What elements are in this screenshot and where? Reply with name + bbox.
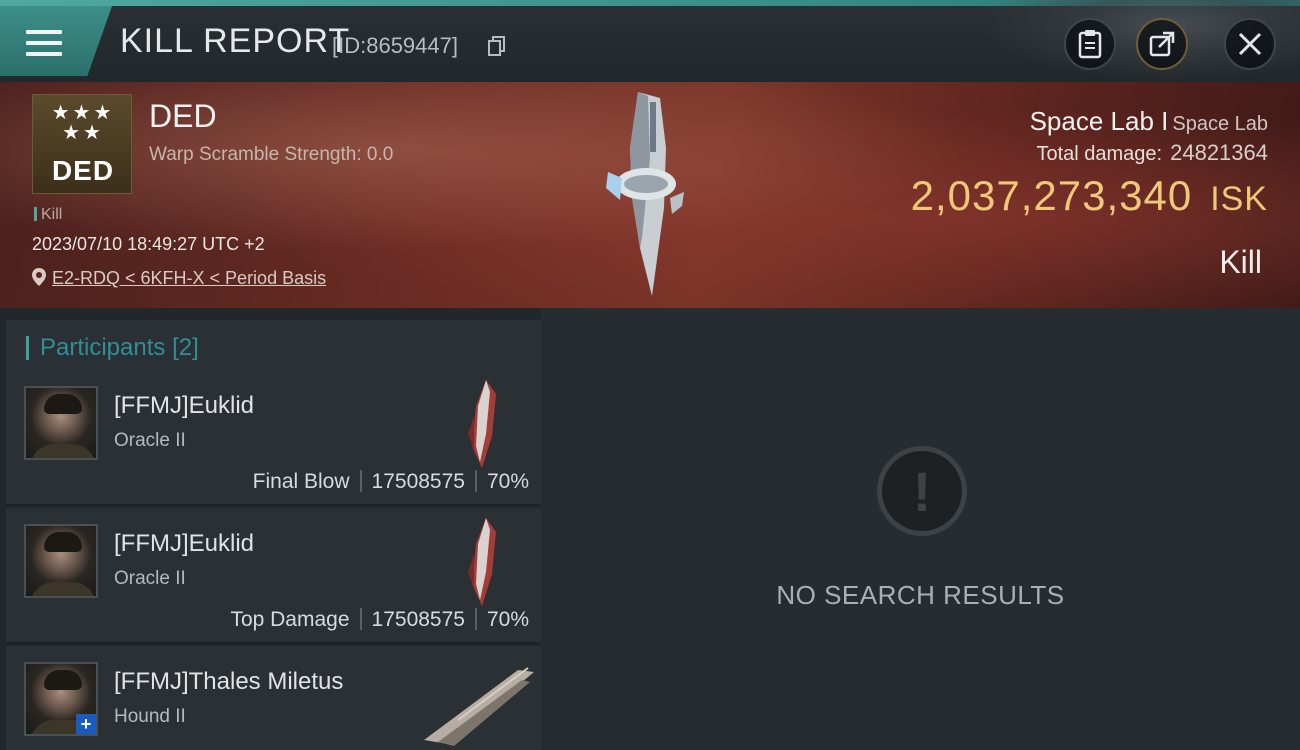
- participant-percent: 70%: [486, 608, 529, 631]
- location-pin-icon: [32, 268, 46, 286]
- participant-stats: Final Blow 17508575 70%: [253, 470, 529, 494]
- oracle-ship-icon: [468, 380, 496, 468]
- participant-damage: 17508575: [371, 608, 465, 631]
- oracle-ship-icon: [468, 518, 496, 606]
- copy-icon[interactable]: [488, 36, 506, 56]
- participants-header: Participants [2]: [6, 320, 541, 374]
- warp-scramble-strength: Warp Scramble Strength: 0.0: [149, 144, 394, 165]
- kill-timestamp: 2023/07/10 18:49:27 UTC +2: [32, 234, 265, 254]
- participants-panel: Participants [2] [FFMJ]Euklid Oracle II …: [0, 308, 541, 750]
- plus-icon: +: [76, 714, 96, 734]
- top-bar: KILL REPORT [ID:8659447]: [0, 0, 1300, 82]
- hound-ship-icon: [424, 667, 534, 746]
- victim-banner: ★★★ ★★ DED DED Warp Scramble Strength: 0.…: [0, 82, 1300, 308]
- victim-name: DED: [149, 98, 217, 134]
- details-panel: ! NO SEARCH RESULTS: [541, 308, 1300, 750]
- exclamation-icon: !: [877, 446, 967, 536]
- participant-ship: Oracle II: [114, 568, 186, 589]
- share-button[interactable]: [1136, 18, 1188, 70]
- ship-name-text: Space Lab I: [1029, 106, 1169, 136]
- isk-amount: 2,037,273,340: [910, 172, 1193, 219]
- report-id: [ID:8659447]: [332, 33, 458, 58]
- ded-stars-icon: ★★★ ★★: [51, 102, 115, 144]
- participant-row[interactable]: + [FFMJ]Thales Miletus Hound II: [6, 646, 541, 750]
- participant-ship: Oracle II: [114, 430, 186, 451]
- participant-ship: Hound II: [114, 706, 186, 727]
- result-label: Kill: [1219, 244, 1262, 280]
- page-title: KILL REPORT: [120, 22, 351, 60]
- participants-count: [2]: [172, 334, 199, 361]
- location-text[interactable]: E2-RDQ < 6KFH-X < Period Basis: [52, 268, 326, 288]
- ded-badge: ★★★ ★★ DED: [32, 94, 132, 194]
- total-damage-label: Total damage:: [1036, 143, 1163, 165]
- participant-percent: 70%: [486, 470, 529, 493]
- close-button[interactable]: [1224, 18, 1276, 70]
- share-icon: [1149, 31, 1175, 57]
- clipboard-button[interactable]: [1064, 18, 1116, 70]
- isk-currency: ISK: [1210, 180, 1268, 218]
- total-damage-value: 24821364: [1170, 140, 1268, 165]
- participant-name: [FFMJ]Euklid: [114, 392, 255, 419]
- victim-ship-image: [606, 92, 684, 296]
- participant-name: [FFMJ]Euklid: [114, 530, 255, 557]
- no-results-message: NO SEARCH RESULTS: [776, 580, 1065, 610]
- participant-role: Final Blow: [252, 470, 350, 493]
- total-damage: Total damage: 24821364: [1036, 140, 1268, 166]
- victim-ship-name: Space Lab I Space Lab: [1030, 106, 1268, 137]
- close-icon: [1238, 32, 1262, 56]
- participant-row[interactable]: [FFMJ]Euklid Oracle II Top Damage 1750857…: [6, 508, 541, 644]
- menu-button[interactable]: [0, 6, 112, 76]
- participants-title: Participants [2]: [40, 334, 199, 362]
- participant-role: Top Damage: [230, 608, 350, 631]
- ship-class-text: Space Lab: [1172, 113, 1268, 135]
- participant-damage: 17508575: [371, 470, 465, 493]
- kill-location-link[interactable]: E2-RDQ < 6KFH-X < Period Basis: [32, 268, 326, 289]
- hamburger-menu-icon[interactable]: [26, 30, 62, 60]
- header-accent-bar: [26, 336, 29, 360]
- avatar[interactable]: [24, 386, 98, 460]
- participant-name: [FFMJ]Thales Miletus: [114, 668, 344, 695]
- participant-row[interactable]: [FFMJ]Euklid Oracle II Final Blow 1750857…: [6, 370, 541, 506]
- avatar[interactable]: +: [24, 662, 98, 736]
- clipboard-icon: [1078, 30, 1102, 59]
- isk-value: 2,037,273,340 ISK: [911, 172, 1268, 220]
- ded-badge-text: DED: [51, 155, 115, 186]
- kill-tag: Kill: [34, 206, 62, 224]
- participant-stats: Top Damage 17508575 70%: [230, 608, 529, 632]
- avatar[interactable]: [24, 524, 98, 598]
- participants-title-text: Participants: [40, 334, 166, 361]
